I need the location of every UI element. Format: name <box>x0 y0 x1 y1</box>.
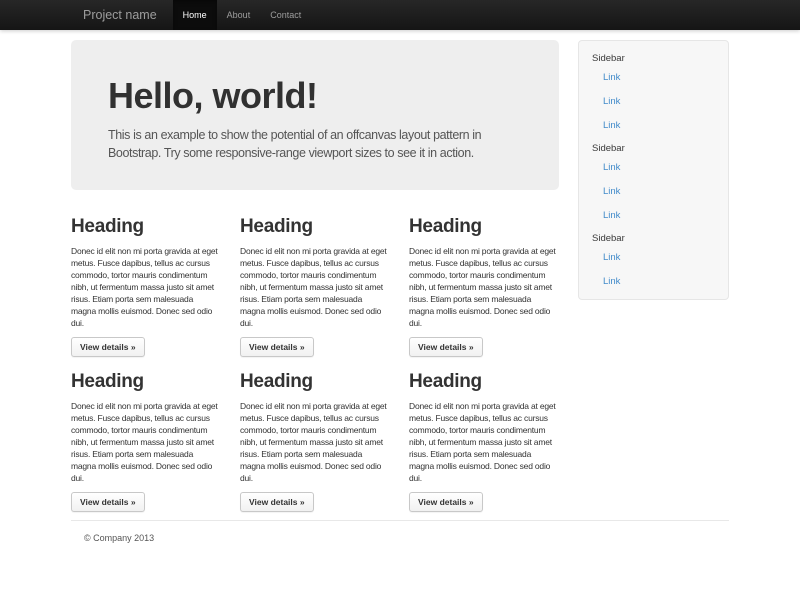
copyright-text: © Company 2013 <box>84 533 729 543</box>
cards-row-1: Heading Donec id elit non mi porta gravi… <box>71 216 559 357</box>
nav-item-contact[interactable]: Contact <box>260 0 311 30</box>
feature-card: Heading Donec id elit non mi porta gravi… <box>240 371 390 512</box>
view-details-button[interactable]: View details » <box>409 337 483 357</box>
card-body: Donec id elit non mi porta gravida at eg… <box>71 400 221 484</box>
main-container: Hello, world! This is an example to show… <box>71 40 729 543</box>
sidebar-link[interactable]: Link <box>592 245 716 269</box>
sidebar-link[interactable]: Link <box>592 113 716 137</box>
sidebar-link[interactable]: Link <box>592 179 716 203</box>
navbar: Project name Home About Contact <box>0 0 800 30</box>
feature-card: Heading Donec id elit non mi porta gravi… <box>409 216 559 357</box>
card-heading: Heading <box>240 371 390 393</box>
sidebar-link[interactable]: Link <box>592 65 716 89</box>
sidebar: Sidebar Link Link Link Sidebar Link Link… <box>578 40 729 300</box>
hero-description: This is an example to show the potential… <box>108 126 522 162</box>
brand-link[interactable]: Project name <box>71 0 169 30</box>
navbar-nav: Home About Contact <box>173 0 312 30</box>
card-body: Donec id elit non mi porta gravida at eg… <box>240 245 390 329</box>
sidebar-group-title: Sidebar <box>592 53 716 64</box>
sidebar-group-title: Sidebar <box>592 143 716 154</box>
sidebar-link[interactable]: Link <box>592 269 716 293</box>
sidebar-group-title: Sidebar <box>592 233 716 244</box>
cards-row-2: Heading Donec id elit non mi porta gravi… <box>71 371 559 512</box>
card-heading: Heading <box>71 216 221 238</box>
sidebar-link[interactable]: Link <box>592 89 716 113</box>
card-body: Donec id elit non mi porta gravida at eg… <box>240 400 390 484</box>
hero-title: Hello, world! <box>108 75 522 116</box>
footer-divider <box>71 520 729 521</box>
footer: © Company 2013 <box>71 520 729 543</box>
card-heading: Heading <box>71 371 221 393</box>
sidebar-link[interactable]: Link <box>592 203 716 227</box>
navbar-inner: Project name Home About Contact <box>71 0 729 30</box>
nav-item-about[interactable]: About <box>217 0 261 30</box>
card-heading: Heading <box>240 216 390 238</box>
view-details-button[interactable]: View details » <box>71 492 145 512</box>
main-column: Hello, world! This is an example to show… <box>71 40 559 512</box>
card-body: Donec id elit non mi porta gravida at eg… <box>409 400 559 484</box>
view-details-button[interactable]: View details » <box>240 492 314 512</box>
view-details-button[interactable]: View details » <box>71 337 145 357</box>
content-row: Hello, world! This is an example to show… <box>71 40 729 512</box>
jumbotron: Hello, world! This is an example to show… <box>71 40 559 190</box>
card-body: Donec id elit non mi porta gravida at eg… <box>71 245 221 329</box>
card-body: Donec id elit non mi porta gravida at eg… <box>409 245 559 329</box>
nav-item-home[interactable]: Home <box>173 0 217 30</box>
feature-card: Heading Donec id elit non mi porta gravi… <box>71 216 221 357</box>
feature-card: Heading Donec id elit non mi porta gravi… <box>409 371 559 512</box>
sidebar-link[interactable]: Link <box>592 155 716 179</box>
view-details-button[interactable]: View details » <box>240 337 314 357</box>
card-heading: Heading <box>409 216 559 238</box>
feature-card: Heading Donec id elit non mi porta gravi… <box>240 216 390 357</box>
card-heading: Heading <box>409 371 559 393</box>
feature-card: Heading Donec id elit non mi porta gravi… <box>71 371 221 512</box>
view-details-button[interactable]: View details » <box>409 492 483 512</box>
page: Project name Home About Contact Hello, w… <box>0 0 800 600</box>
